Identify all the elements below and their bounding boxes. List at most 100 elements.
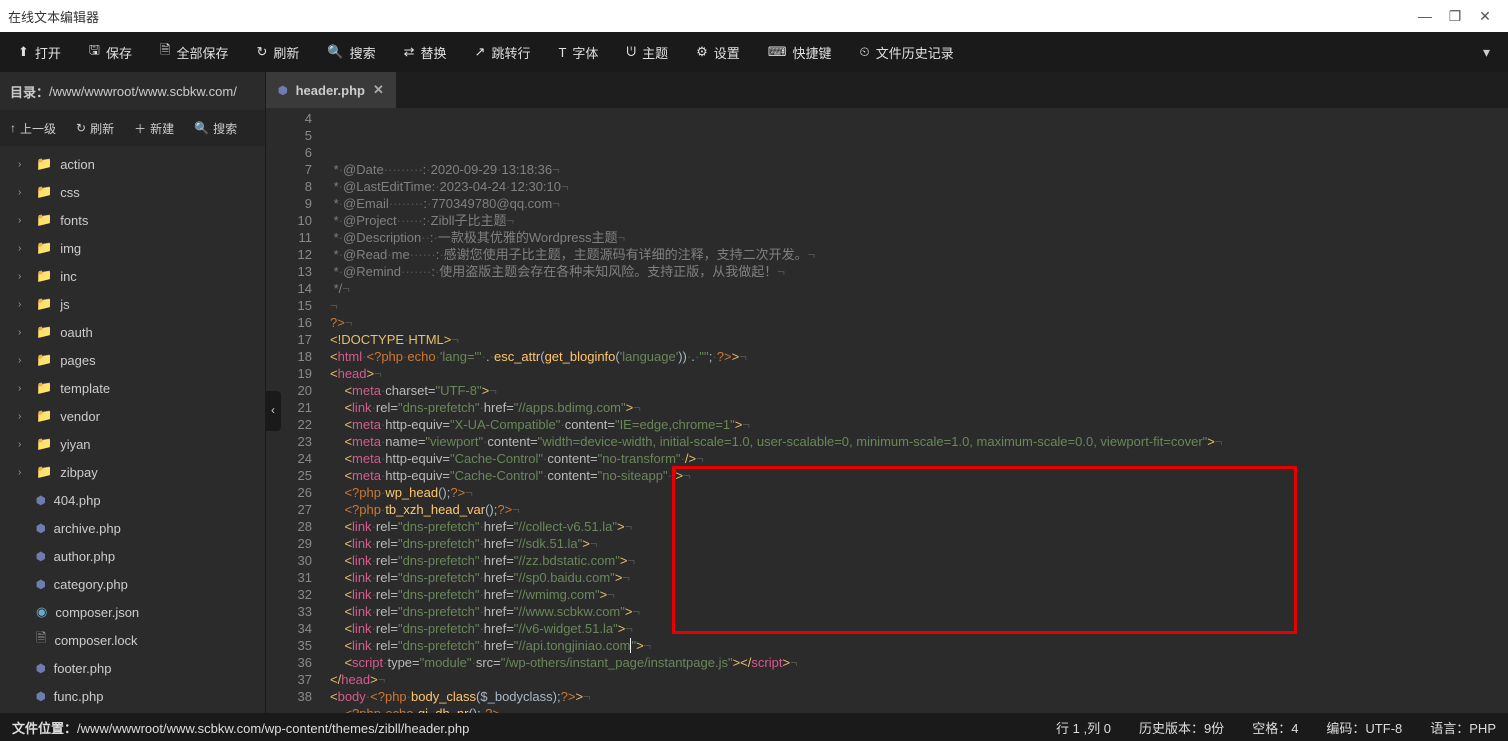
refresh-tree-button[interactable]: ↻刷新 [66,120,124,137]
folder-fonts[interactable]: ›📁fonts [0,206,265,234]
shortcuts-menu[interactable]: ⌨快捷键 [754,32,846,72]
folder-label: yiyan [60,437,90,452]
file-tree[interactable]: ›📁action›📁css›📁fonts›📁img›📁inc›📁js›📁oaut… [0,146,265,713]
refresh-menu[interactable]: ↻刷新 [242,32,313,72]
font-icon: T [558,45,566,60]
indent-spaces[interactable]: 空格：4 [1252,718,1298,737]
folder-template[interactable]: ›📁template [0,374,265,402]
folder-inc[interactable]: ›📁inc [0,262,265,290]
statusbar: 文件位置：/www/wwwroot/www.scbkw.com/wp-conte… [0,713,1508,741]
menu-overflow[interactable]: ▾ [1469,44,1504,61]
search-tree-button[interactable]: 🔍搜索 [184,120,247,137]
php-icon: ⬢ [36,494,46,507]
replace-icon: ⇄ [404,44,415,60]
panel-toggle[interactable]: ‹ [266,391,281,431]
close-button[interactable]: ✕ [1470,8,1500,25]
cursor-position[interactable]: 行 1 ,列 0 [1056,718,1111,737]
language-mode[interactable]: 语言：PHP [1430,718,1496,737]
arrow-up-icon: ↑ [10,121,16,135]
folder-label: fonts [60,213,88,228]
encoding[interactable]: 编码：UTF-8 [1326,718,1402,737]
theme-menu[interactable]: ᕫ主题 [612,32,682,72]
keyboard-icon: ⌨ [768,44,787,60]
settings-menu[interactable]: ⚙设置 [682,32,754,72]
folder-icon: 📁 [36,296,52,312]
goto-icon: ↗ [475,44,486,60]
file-composer.lock[interactable]: 🗎 composer.lock [0,626,265,654]
folder-css[interactable]: ›📁css [0,178,265,206]
up-level-button[interactable]: ↑上一级 [0,120,66,137]
chevron-right-icon: › [18,467,28,478]
replace-menu[interactable]: ⇄替换 [390,32,461,72]
history-menu[interactable]: ⏲文件历史记录 [846,32,968,72]
save-all-icon: 🗎 [160,41,170,63]
folder-icon: 📁 [36,352,52,368]
code-editor[interactable]: ‹ 45678910111213141516171819202122232425… [266,108,1508,713]
font-menu[interactable]: T字体 [544,32,612,72]
chevron-right-icon: › [18,355,28,366]
history-versions[interactable]: 历史版本：9份 [1139,718,1224,737]
file-label: 404.php [54,493,101,508]
close-tab-icon[interactable]: ✕ [373,82,384,98]
file-label: composer.json [55,605,139,620]
chevron-right-icon: › [18,327,28,338]
php-icon: ⬢ [36,522,46,535]
folder-label: pages [60,353,95,368]
file-label: footer.php [54,661,112,676]
search-icon: 🔍 [194,121,209,135]
folder-label: img [60,241,81,256]
folder-icon: 📁 [36,380,52,396]
folder-js[interactable]: ›📁js [0,290,265,318]
folder-label: zibpay [60,465,98,480]
gear-icon: ⚙ [696,44,708,60]
refresh-icon: ↻ [76,121,86,135]
code-content[interactable]: *·@Date·········:·2020-09-29·13:18:36¬ *… [322,108,1508,713]
chevron-right-icon: › [18,299,28,310]
minimize-button[interactable]: — [1410,8,1440,24]
folder-icon: 📁 [36,184,52,200]
folder-action[interactable]: ›📁action [0,150,265,178]
file-path: /www/wwwroot/www.scbkw.com/wp-content/th… [77,721,469,736]
folder-oauth[interactable]: › 📁 oauth [0,318,265,346]
maximize-button[interactable]: ❐ [1440,8,1470,25]
new-file-button[interactable]: ＋新建 [124,120,184,137]
folder-zibpay[interactable]: ›📁zibpay [0,458,265,486]
folder-icon: 📁 [36,324,52,340]
file-label: archive.php [54,521,121,536]
file-author.php[interactable]: ⬢author.php [0,542,265,570]
folder-vendor[interactable]: ›📁vendor [0,402,265,430]
save-menu[interactable]: 🖫保存 [75,32,146,72]
menubar: ⬆打开 🖫保存 🗎全部保存 ↻刷新 🔍搜索 ⇄替换 ↗跳转行 T字体 ᕫ主题 ⚙… [0,32,1508,72]
folder-label: action [60,157,95,172]
folder-icon: 📁 [36,436,52,452]
file-archive.php[interactable]: ⬢ archive.php [0,514,265,542]
file-category.php[interactable]: ⬢category.php [0,570,265,598]
dir-label: 目录： [10,82,49,101]
chevron-right-icon: › [18,411,28,422]
folder-pages[interactable]: › 📁 pages [0,346,265,374]
chevron-right-icon: › [18,159,28,170]
save-all-menu[interactable]: 🗎全部保存 [146,32,242,72]
file-func.php[interactable]: ⬢ func.php [0,682,265,710]
plus-icon: ＋ [134,120,146,137]
file-icon: 🗎 [36,629,46,651]
folder-yiyan[interactable]: ›📁yiyan [0,430,265,458]
file-label: func.php [54,689,104,704]
file-composer.json[interactable]: ◉composer.json [0,598,265,626]
php-icon: ⬢ [278,84,288,97]
tab-header-php[interactable]: ⬢ header.php ✕ [266,72,396,108]
goto-menu[interactable]: ↗跳转行 [461,32,545,72]
tabs: ⬢ header.php ✕ [266,72,1508,108]
folder-label: oauth [60,325,93,340]
file-footer.php[interactable]: ⬢footer.php [0,654,265,682]
php-icon: ⬢ [36,690,46,703]
file-functions.php[interactable]: ⬢functions.php [0,710,265,713]
folder-icon: 📁 [36,268,52,284]
folder-label: template [60,381,110,396]
open-menu[interactable]: ⬆打开 [4,32,75,72]
search-menu[interactable]: 🔍搜索 [313,32,389,72]
folder-img[interactable]: ›📁img [0,234,265,262]
window-title: 在线文本编辑器 [8,7,99,26]
file-label: composer.lock [54,633,137,648]
file-404.php[interactable]: ⬢ 404.php [0,486,265,514]
